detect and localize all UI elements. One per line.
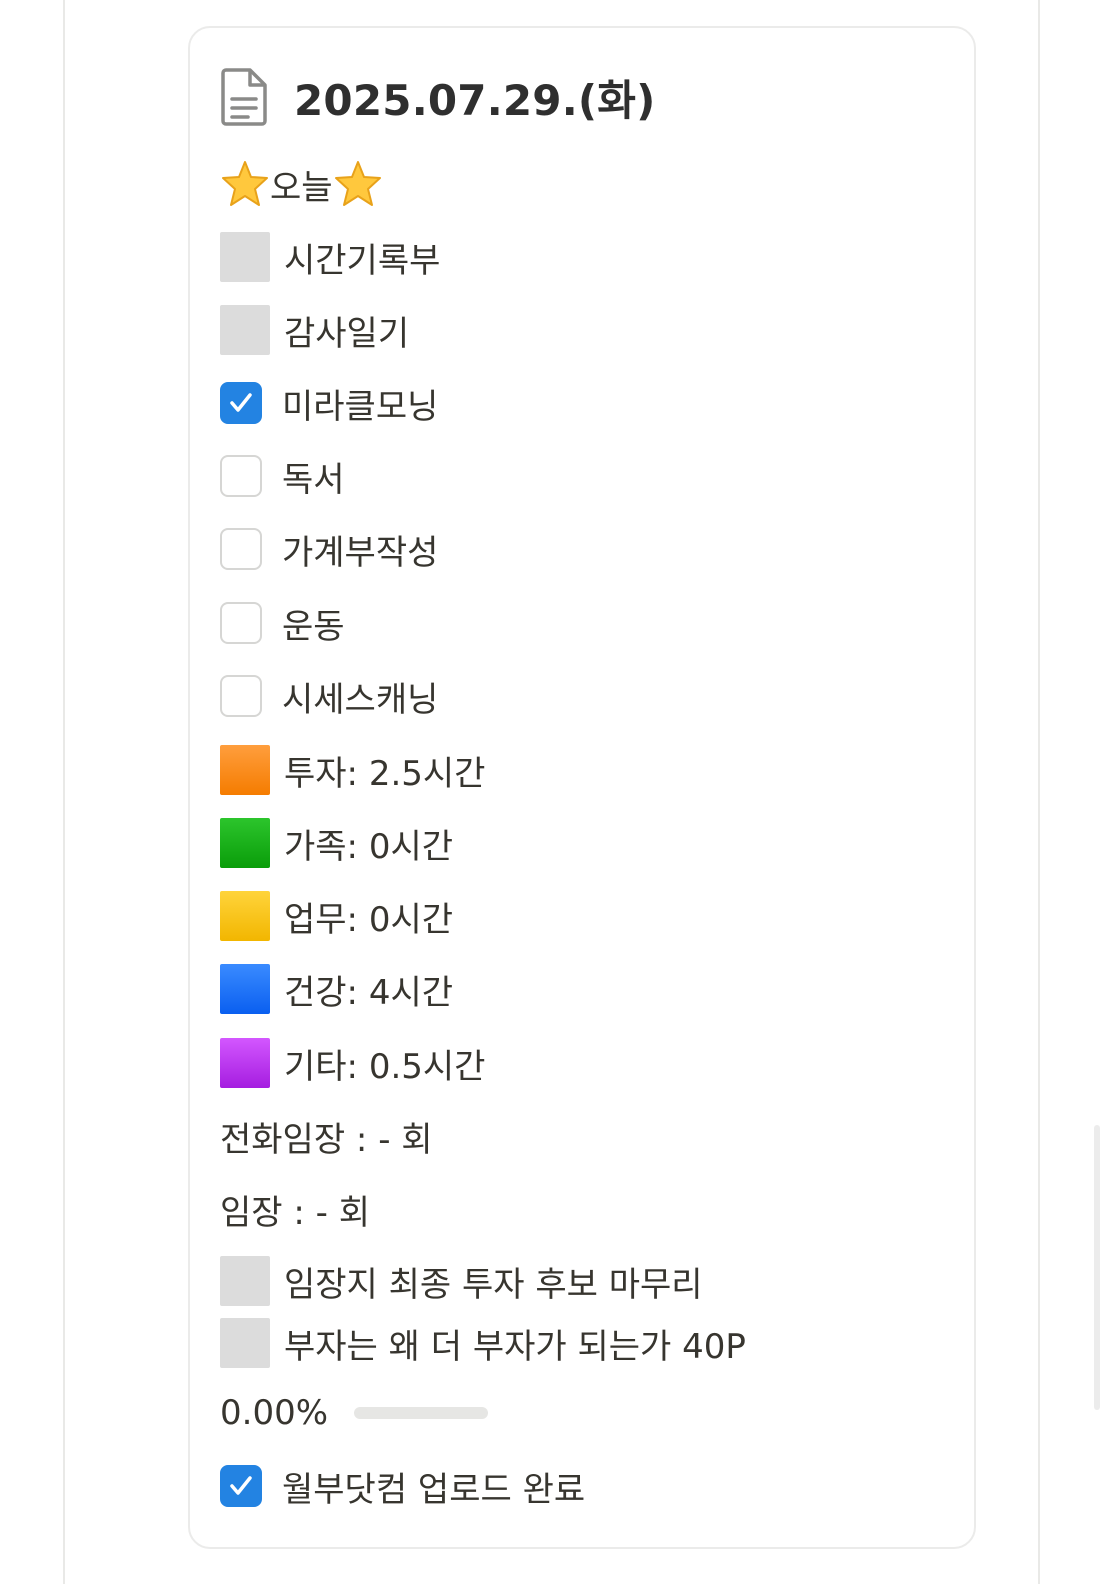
time-log-item: 가족: 0시간 [220,817,453,869]
todo-label: 월부닷컴 업로드 완료 [282,1469,586,1510]
todo-item: 운동 [220,597,345,649]
star-icon [222,161,268,206]
checkbox[interactable] [220,675,262,717]
progress-row: 0.00% [220,1387,489,1439]
today-label: 오늘 [270,167,333,208]
page-left-border [63,0,65,1584]
document-icon [221,68,267,126]
todo-label: 시세스캐닝 [282,679,439,720]
checkbox[interactable] [220,528,262,570]
todo-item: 독서 [220,450,345,502]
star-icon [334,161,381,206]
checkbox[interactable] [220,455,262,497]
phone-visit-label: 전화임장 : - 회 [220,1119,433,1160]
page-title: 2025.07.29.(화) [294,75,656,125]
time-log-label: 기타: 0.5시간 [284,1046,486,1087]
page-right-border [1038,0,1040,1584]
gray-square-icon [220,305,270,355]
checkmark-icon [230,393,252,412]
time-log-item: 건강: 4시간 [220,963,453,1015]
time-log-item: 업무: 0시간 [220,890,453,942]
time-log-label: 가족: 0시간 [284,826,454,867]
site-visit-count: 임장 : - 회 [220,1183,370,1235]
site-visit-label: 임장 : - 회 [220,1192,370,1233]
time-log-label: 투자: 2.5시간 [284,753,486,794]
yellow-square-icon [220,891,270,941]
routine-label: 감사일기 [284,313,410,354]
checkbox[interactable] [220,602,262,644]
time-log-item: 투자: 2.5시간 [220,744,485,796]
progress-bar [354,1407,489,1419]
todo-label: 미라클모닝 [282,386,439,427]
todo-item: 시세스캐닝 [220,670,438,722]
progress-percent: 0.00% [220,1393,329,1433]
todo-item: 미라클모닝 [220,377,438,429]
blue-square-icon [220,964,270,1014]
checkmark-icon [230,1476,252,1495]
task-label: 부자는 왜 더 부자가 되는가 40P [284,1326,746,1367]
task-item[interactable]: 부자는 왜 더 부자가 되는가 40P [220,1317,746,1369]
phone-visit-count: 전화임장 : - 회 [220,1110,433,1162]
gray-square-icon [220,232,270,282]
time-log-item: 기타: 0.5시간 [220,1037,485,1089]
routine-item[interactable]: 감사일기 [220,304,409,356]
todo-label: 가계부작성 [282,532,439,573]
todo-item: 월부닷컴 업로드 완료 [220,1460,585,1512]
time-log-label: 업무: 0시간 [284,899,454,940]
routine-item[interactable]: 시간기록부 [220,231,440,283]
routine-label: 시간기록부 [284,240,441,281]
today-header: 오늘 [220,158,383,210]
todo-item: 가계부작성 [220,523,438,575]
gray-square-icon [220,1256,270,1306]
orange-square-icon [220,745,270,795]
todo-label: 운동 [282,606,345,647]
gray-square-icon [220,1318,270,1368]
page-title-row: 2025.07.29.(화) [220,62,656,132]
purple-square-icon [220,1038,270,1088]
task-label: 임장지 최종 투자 후보 마무리 [284,1264,703,1305]
checkbox-checked[interactable] [220,382,262,424]
todo-label: 독서 [282,459,345,500]
task-item[interactable]: 임장지 최종 투자 후보 마무리 [220,1255,703,1307]
green-square-icon [220,818,270,868]
scrollbar[interactable] [1094,1125,1100,1410]
time-log-label: 건강: 4시간 [284,972,454,1013]
checkbox-checked[interactable] [220,1465,262,1507]
